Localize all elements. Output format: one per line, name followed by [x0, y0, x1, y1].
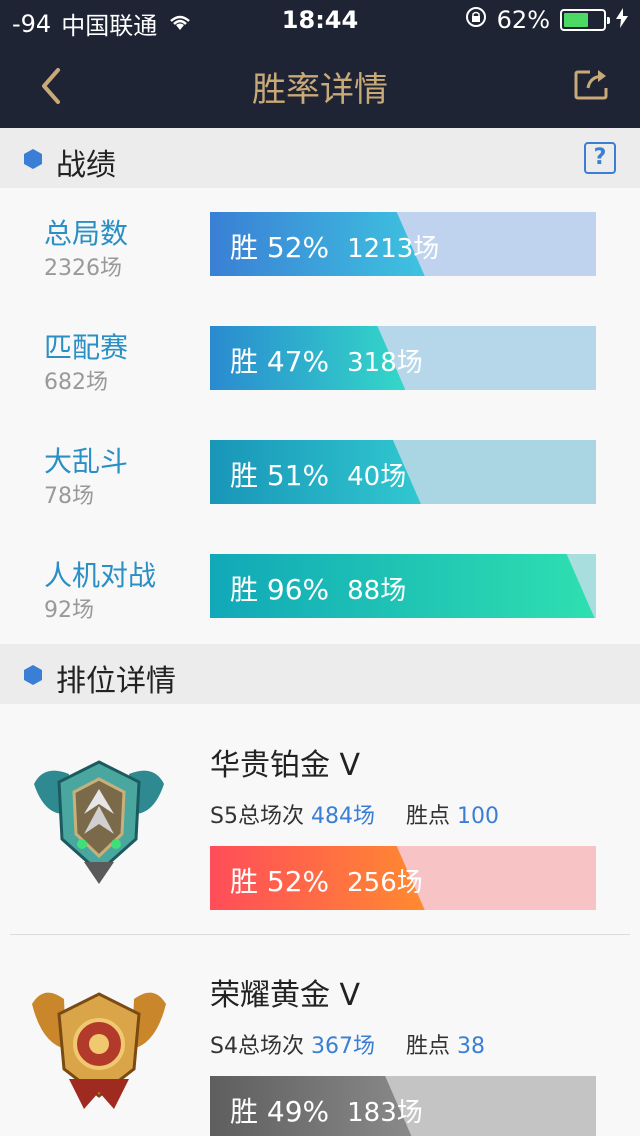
win-rate-label: 胜 96% [230, 573, 330, 606]
win-rate-bar: 胜 96% 88场 [210, 554, 596, 618]
season-label: S4总场次 [210, 1034, 304, 1059]
stat-row-ai: 人机对战 92场 胜 96% 88场 [0, 530, 640, 644]
battery-icon [560, 9, 610, 31]
win-games: 256场 [347, 868, 423, 898]
win-rate-bar: 胜 51% 40场 [210, 440, 596, 504]
rank-section-title: 排位详情 [56, 664, 176, 699]
win-rate-bar: 胜 47% 318场 [210, 326, 596, 390]
rank-item-gold: 荣耀黄金 V S4总场次 367场 胜点 38 胜 49% 183场 [0, 934, 640, 1136]
season-label: S5总场次 [210, 804, 304, 829]
win-games: 40场 [347, 462, 407, 492]
charging-icon [616, 6, 628, 34]
platinum-badge-icon [34, 760, 164, 884]
help-button[interactable]: ? [584, 142, 616, 174]
stat-name: 总局数 [44, 217, 129, 250]
rotation-lock-icon [465, 6, 487, 34]
points-label: 胜点 [405, 1034, 450, 1059]
stat-row-match: 匹配赛 682场 胜 47% 318场 [0, 302, 640, 416]
nav-bar: 胜率详情 [0, 40, 640, 128]
stats-list: 总局数 2326场 胜 52% 1213场 匹配赛 682场 胜 47% 318场 … [0, 188, 640, 644]
record-section-title: 战绩 [56, 148, 116, 183]
record-section-header: 战绩 ? [0, 128, 640, 188]
status-right: 62% [465, 6, 628, 34]
win-rate-text: 胜 52% 1213场 [230, 226, 439, 266]
gold-badge-icon [32, 992, 166, 1109]
win-rate-text: 胜 96% 88场 [230, 568, 406, 608]
battery-percent: 62% [496, 6, 550, 34]
share-icon [574, 70, 608, 100]
stat-count: 92场 [44, 598, 94, 623]
battery-fill [564, 13, 588, 27]
status-bar: -94 中国联通 18:44 62% [0, 0, 640, 40]
hexagon-icon [24, 149, 42, 169]
stat-name: 人机对战 [44, 559, 157, 592]
stat-row-total: 总局数 2326场 胜 52% 1213场 [0, 188, 640, 302]
points-label: 胜点 [405, 804, 450, 829]
stat-count: 78场 [44, 484, 94, 509]
rank-section-header: 排位详情 [0, 644, 640, 704]
season-games: 367场 [310, 1034, 375, 1059]
win-rate-label: 胜 52% [230, 231, 330, 264]
rank-meta: S5总场次 484场 胜点 100 [210, 798, 499, 830]
page-title: 胜率详情 [252, 70, 388, 110]
share-button[interactable] [572, 64, 612, 104]
rank-meta: S4总场次 367场 胜点 38 [210, 1028, 485, 1060]
win-rate-text: 胜 47% 318场 [230, 340, 423, 380]
stat-name: 匹配赛 [44, 331, 129, 364]
stat-row-aram: 大乱斗 78场 胜 51% 40场 [0, 416, 640, 530]
stat-count: 2326场 [44, 256, 122, 281]
points-value: 100 [456, 804, 499, 829]
points-value: 38 [456, 1034, 485, 1059]
win-rate-bar: 胜 52% 1213场 [210, 212, 596, 276]
season-games: 484场 [310, 804, 375, 829]
win-rate-bar: 胜 49% 183场 [210, 1076, 596, 1136]
win-rate-label: 胜 52% [230, 865, 330, 898]
win-rate-bar: 胜 52% 256场 [210, 846, 596, 910]
hexagon-icon [24, 665, 42, 685]
stat-name: 大乱斗 [44, 445, 129, 478]
win-rate-text: 胜 49% 183场 [230, 1090, 423, 1130]
win-games: 88场 [347, 576, 407, 606]
win-rate-label: 胜 47% [230, 345, 330, 378]
stat-count: 682场 [44, 370, 108, 395]
rank-list: 华贵铂金 V S5总场次 484场 胜点 100 胜 52% 256场 荣耀黄金 … [0, 704, 640, 1136]
win-games: 1213场 [347, 234, 440, 264]
rank-name: 华贵铂金 V [210, 748, 361, 783]
win-games: 183场 [347, 1098, 423, 1128]
win-rate-text: 胜 51% 40场 [230, 454, 406, 494]
win-rate-label: 胜 51% [230, 459, 330, 492]
rank-name: 荣耀黄金 V [210, 978, 361, 1013]
win-rate-text: 胜 52% 256场 [230, 860, 423, 900]
rank-item-platinum: 华贵铂金 V S5总场次 484场 胜点 100 胜 52% 256场 [0, 704, 640, 934]
win-rate-label: 胜 49% [230, 1095, 330, 1128]
win-games: 318场 [347, 348, 423, 378]
